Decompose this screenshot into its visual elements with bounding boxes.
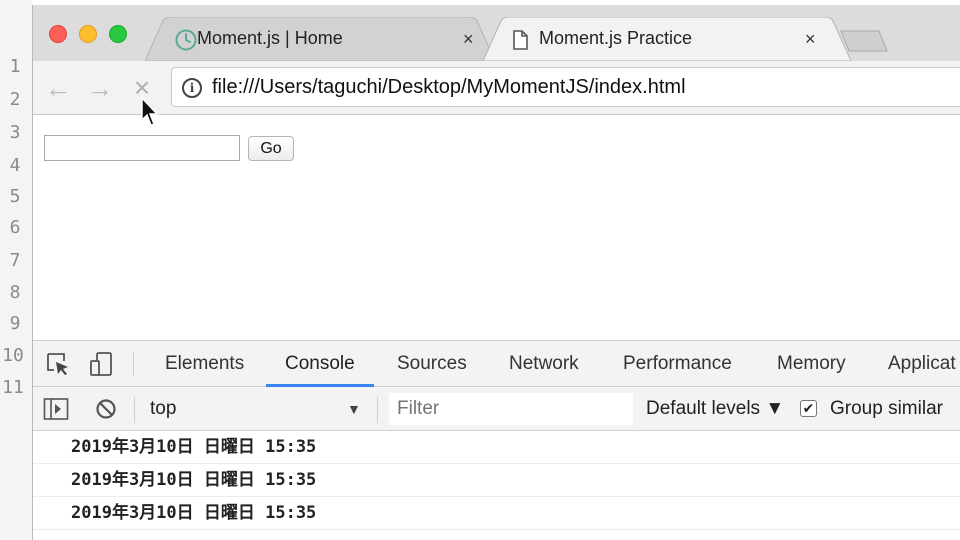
browser-toolbar: ← → × i file:///Users/taguchi/Desktop/My…: [33, 61, 960, 115]
tab-elements[interactable]: Elements: [165, 341, 244, 387]
console-output: 2019年3月10日 日曜日 15:35 2019年3月10日 日曜日 15:3…: [33, 431, 960, 530]
go-button[interactable]: Go: [248, 136, 294, 161]
forward-arrow-icon[interactable]: →: [87, 75, 113, 101]
zoom-window-button[interactable]: [109, 25, 127, 43]
devtools-tab-bar: Elements Console Sources Network Perform…: [33, 341, 960, 387]
tab-memory[interactable]: Memory: [777, 341, 846, 387]
line-number: 4: [9, 155, 21, 176]
tab-application[interactable]: Applicat: [888, 341, 956, 387]
console-toolbar: top ▼ Default levels ▼ ✔ Group similar: [33, 387, 960, 431]
context-selector[interactable]: top: [150, 398, 176, 420]
info-icon[interactable]: i: [182, 78, 202, 98]
line-number: 11: [2, 377, 24, 398]
url-text[interactable]: file:///Users/taguchi/Desktop/MyMomentJS…: [212, 76, 686, 99]
line-number: 1: [9, 56, 21, 77]
console-log-line: 2019年3月10日 日曜日 15:35: [33, 464, 960, 497]
tab-title: Moment.js | Home: [197, 28, 343, 48]
line-number: 2: [9, 89, 21, 110]
text-input[interactable]: [44, 135, 240, 161]
tab-performance[interactable]: Performance: [623, 341, 732, 387]
tab-moment-home[interactable]: Moment.js | Home ×: [145, 17, 495, 61]
device-toolbar-icon[interactable]: [89, 351, 115, 377]
tab-sources[interactable]: Sources: [397, 341, 467, 387]
line-number: 5: [9, 186, 21, 207]
line-number: 6: [9, 217, 21, 238]
close-tab-icon[interactable]: ×: [805, 27, 816, 51]
back-arrow-icon[interactable]: ←: [45, 75, 71, 101]
filter-input[interactable]: [389, 393, 633, 425]
devtools-panel: Elements Console Sources Network Perform…: [33, 340, 960, 540]
close-tab-icon[interactable]: ×: [463, 27, 474, 51]
clear-console-icon[interactable]: [95, 398, 117, 420]
group-similar-checkbox[interactable]: ✔: [800, 400, 817, 417]
inspect-element-icon[interactable]: [45, 351, 71, 377]
tab-moment-practice[interactable]: Moment.js Practice ×: [483, 17, 851, 61]
close-window-button[interactable]: [49, 25, 67, 43]
minimize-window-button[interactable]: [79, 25, 97, 43]
tab-strip: Moment.js | Home × Moment.js Practice ×: [33, 5, 960, 61]
console-log-line: 2019年3月10日 日曜日 15:35: [33, 497, 960, 530]
line-number: 9: [9, 313, 21, 334]
address-bar[interactable]: i file:///Users/taguchi/Desktop/MyMoment…: [171, 67, 960, 107]
sidebar-toggle-icon[interactable]: [43, 397, 69, 421]
divider: [377, 397, 378, 423]
mouse-cursor-icon: [141, 97, 159, 126]
page-icon: [513, 30, 528, 50]
new-tab-button[interactable]: [839, 29, 889, 53]
clock-icon: [175, 29, 197, 51]
page-content: Go: [33, 116, 960, 340]
divider: [134, 397, 135, 423]
tab-console[interactable]: Console: [266, 341, 374, 387]
line-number: 7: [9, 250, 21, 271]
tab-title: Moment.js Practice: [539, 28, 693, 48]
line-number: 3: [9, 122, 21, 143]
browser-window: Moment.js | Home × Moment.js Practice × …: [32, 5, 960, 540]
line-number: 10: [2, 345, 24, 366]
editor-line-gutter: 1 2 3 4 5 6 7 8 9 10 11: [0, 0, 32, 540]
chevron-down-icon[interactable]: ▼: [347, 401, 361, 417]
divider: [133, 351, 134, 377]
line-number: 8: [9, 282, 21, 303]
log-levels-dropdown[interactable]: Default levels ▼: [646, 398, 784, 420]
group-similar-label: Group similar: [830, 398, 943, 419]
console-log-line: 2019年3月10日 日曜日 15:35: [33, 431, 960, 464]
tab-network[interactable]: Network: [509, 341, 579, 387]
